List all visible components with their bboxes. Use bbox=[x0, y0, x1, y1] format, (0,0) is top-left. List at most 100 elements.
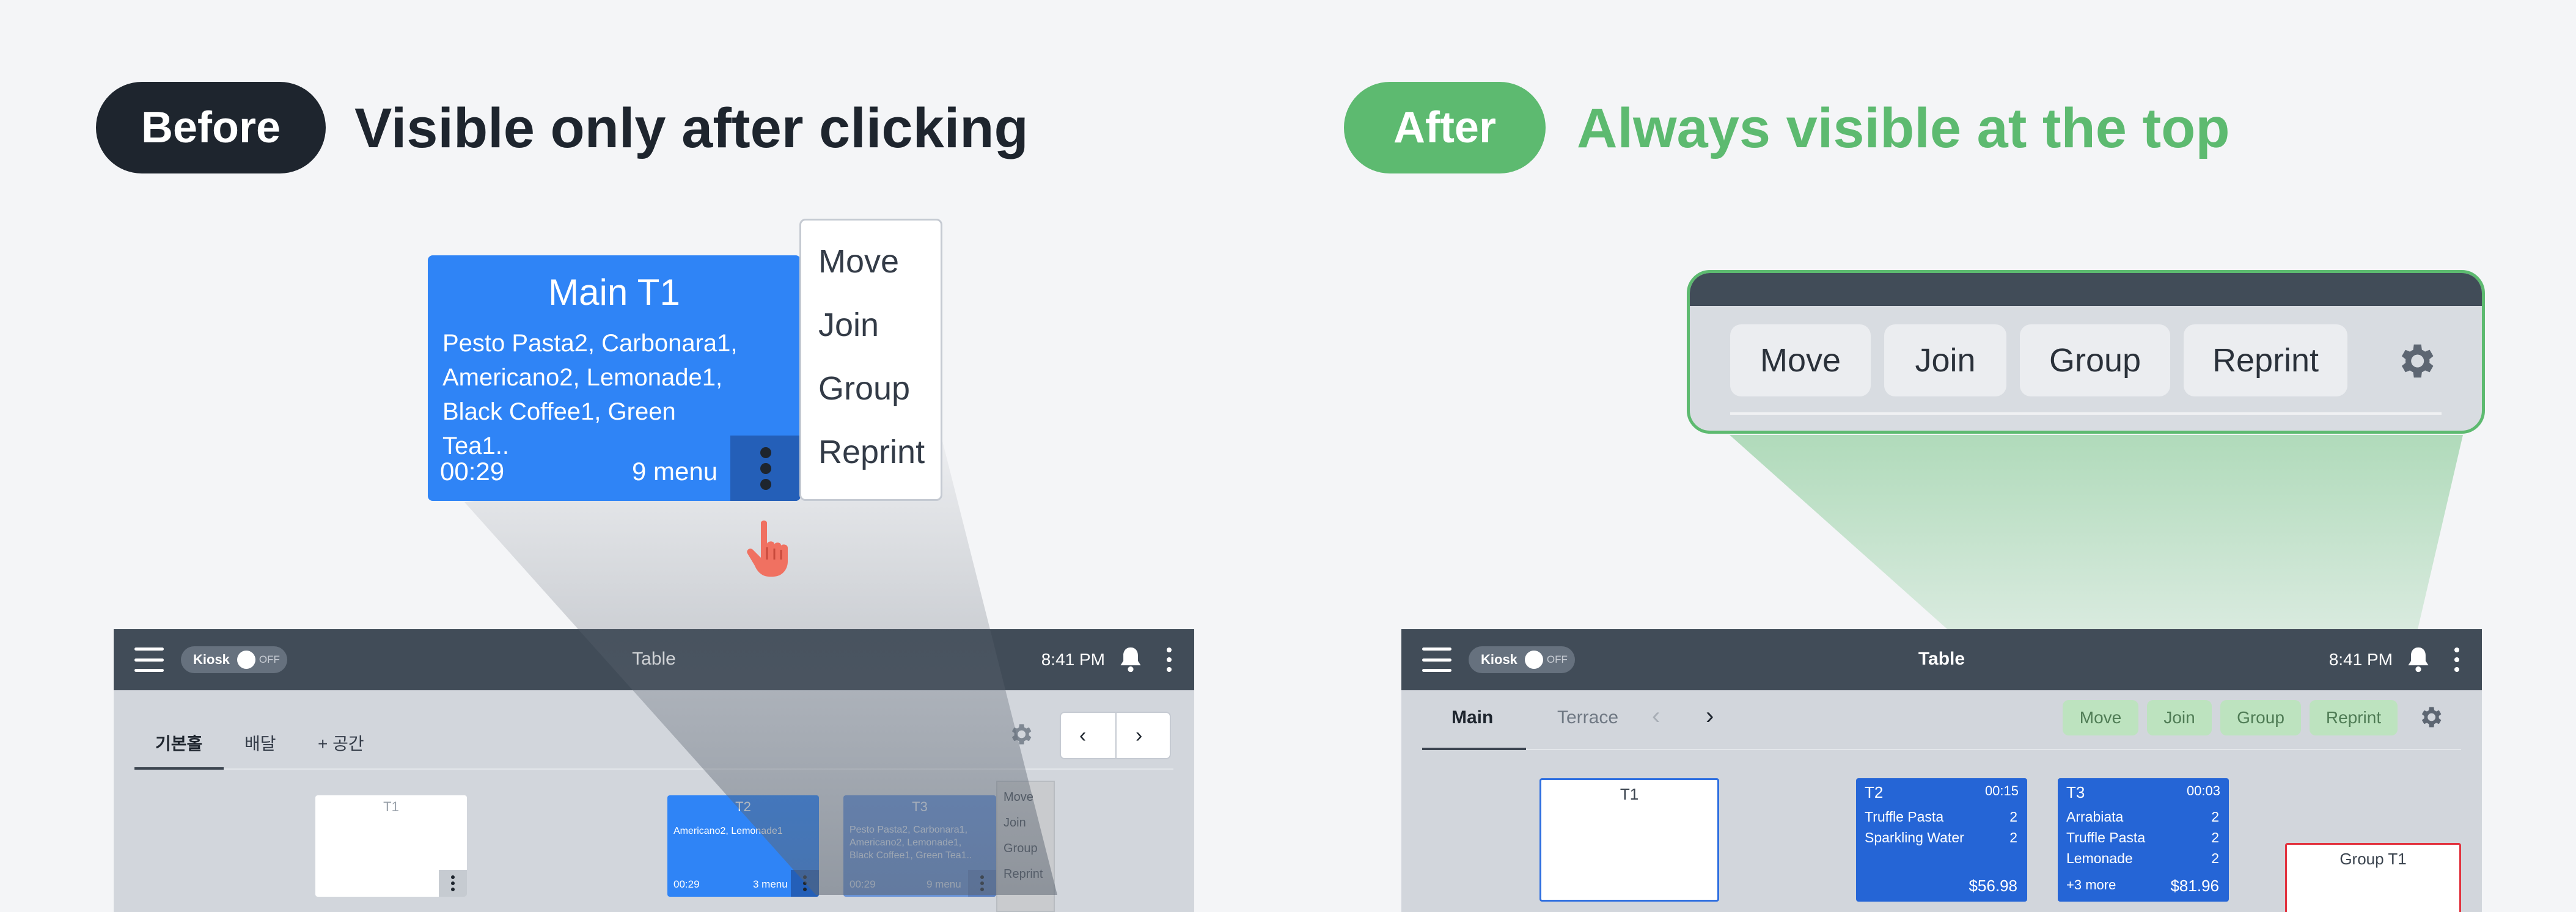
items-line2: Americano2, Lemonade1, bbox=[442, 364, 723, 391]
menu-item-reprint[interactable]: Reprint bbox=[818, 433, 925, 471]
order-row: Sparkling Water 2 bbox=[1865, 830, 2017, 846]
join-button[interactable]: Join bbox=[1884, 324, 2006, 396]
join-button[interactable]: Join bbox=[2147, 700, 2212, 735]
item-name: Truffle Pasta bbox=[1865, 809, 1944, 825]
tab-divider bbox=[1422, 749, 2461, 750]
table-time: 00:29 bbox=[849, 878, 876, 890]
menu-item-move[interactable]: Move bbox=[1004, 790, 1033, 804]
context-menu: Move Join Group Reprint bbox=[996, 781, 1055, 912]
chevron-left-icon[interactable]: ‹ bbox=[1652, 702, 1660, 730]
tab-main[interactable]: Main bbox=[1451, 707, 1493, 728]
tab-terrace[interactable]: Terrace bbox=[1557, 707, 1618, 728]
menu-item-group[interactable]: Group bbox=[818, 370, 910, 407]
after-badge: After bbox=[1344, 82, 1546, 173]
tab-underline bbox=[134, 767, 224, 770]
items-line1: Pesto Pasta2, Carbonara1, bbox=[442, 330, 738, 357]
table-title: T2 bbox=[1865, 783, 1884, 801]
table-time: 00:15 bbox=[1984, 783, 2019, 798]
chevron-right-icon[interactable]: › bbox=[1706, 702, 1714, 730]
item-qty: 2 bbox=[2211, 809, 2219, 825]
table-title: T2 bbox=[735, 799, 751, 814]
table-title: T3 bbox=[912, 799, 928, 814]
item-name: Lemonade bbox=[2066, 850, 2133, 866]
group-card[interactable]: Group T1 bbox=[2285, 843, 2461, 912]
before-badge: Before bbox=[96, 82, 326, 173]
table-card-t1[interactable]: T1 bbox=[315, 795, 467, 897]
kebab-icon[interactable] bbox=[968, 870, 996, 897]
order-row: Truffle Pasta 2 bbox=[1865, 809, 2017, 825]
table-card-t2[interactable]: T2 00:15 Truffle Pasta 2 Sparkling Water… bbox=[1856, 778, 2027, 902]
more-items: +3 more bbox=[2066, 877, 2116, 892]
table-title: T3 bbox=[2066, 783, 2085, 801]
table-title: T1 bbox=[383, 799, 399, 814]
table-card-t3[interactable]: T3 00:03 Arrabiata 2 Truffle Pasta 2 Lem… bbox=[2058, 778, 2229, 902]
table-count: 9 menu bbox=[927, 878, 961, 890]
item-name: Truffle Pasta bbox=[2066, 830, 2146, 845]
kebab-icon[interactable] bbox=[791, 870, 819, 897]
table-items: Americano2, Lemonade1 bbox=[673, 826, 783, 836]
before-headline: Visible only after clicking bbox=[354, 97, 1029, 159]
gear-icon[interactable] bbox=[1007, 721, 1034, 748]
bell-icon[interactable] bbox=[1117, 645, 1144, 674]
table-card-t3[interactable]: T3 Pesto Pasta2, Carbonara1, Americano2,… bbox=[843, 795, 996, 897]
clock: 8:41 PM bbox=[2328, 650, 2393, 669]
items-line3: Black Coffee1, Green Tea1.. bbox=[442, 398, 676, 459]
table-items-line2: Americano2, Lemonade1, bbox=[849, 837, 962, 848]
menu-item-reprint[interactable]: Reprint bbox=[1004, 867, 1043, 881]
item-qty: 2 bbox=[2211, 850, 2219, 866]
kebab-icon[interactable] bbox=[730, 436, 801, 501]
tab-underline bbox=[1422, 748, 1526, 750]
table-card-t1[interactable]: T1 bbox=[1539, 778, 1719, 902]
item-qty: 2 bbox=[2009, 830, 2017, 845]
after-app-screen: Kiosk OFF Table 8:41 PM Main Terrace ‹ ›… bbox=[1401, 629, 2482, 912]
table-total: $81.96 bbox=[2170, 877, 2219, 895]
zoomed-action-toolbar: Move Join Group Reprint bbox=[1687, 270, 2485, 434]
top-bar: Kiosk OFF Table 8:41 PM bbox=[114, 629, 1194, 690]
zoomed-table-card[interactable]: Main T1 Pesto Pasta2, Carbonara1, Americ… bbox=[428, 255, 801, 501]
gear-icon[interactable] bbox=[2417, 704, 2444, 731]
clock: 8:41 PM bbox=[1041, 650, 1105, 669]
kebab-icon[interactable] bbox=[1166, 648, 1172, 672]
item-qty: 2 bbox=[2009, 809, 2017, 825]
table-card-t2[interactable]: T2 Americano2, Lemonade1 00:29 3 menu bbox=[667, 795, 819, 897]
app-title: Table bbox=[632, 649, 676, 669]
menu-item-group[interactable]: Group bbox=[1004, 842, 1038, 856]
before-app-screen: Kiosk OFF Table 8:41 PM 기본홀 배달 + 공간 ‹ › … bbox=[114, 629, 1194, 912]
order-row: Truffle Pasta 2 bbox=[2066, 830, 2219, 846]
table-time: 00:29 bbox=[673, 878, 700, 890]
tab-delivery[interactable]: 배달 bbox=[244, 731, 276, 755]
move-button[interactable]: Move bbox=[1730, 324, 1871, 396]
order-row: Arrabiata 2 bbox=[2066, 809, 2219, 825]
kebab-icon[interactable] bbox=[2454, 648, 2460, 672]
gear-icon[interactable] bbox=[2394, 339, 2438, 383]
menu-item-join[interactable]: Join bbox=[818, 306, 879, 344]
chevron-left-icon[interactable]: ‹ bbox=[1079, 724, 1086, 748]
table-title: T1 bbox=[1620, 785, 1639, 803]
nav-divider bbox=[1115, 713, 1117, 758]
bell-icon[interactable] bbox=[2405, 645, 2432, 674]
page-nav: ‹ › bbox=[1060, 712, 1171, 759]
top-bar: Kiosk OFF Table 8:41 PM bbox=[1401, 629, 2482, 690]
tab-divider bbox=[134, 768, 1173, 770]
kebab-icon[interactable] bbox=[439, 870, 467, 897]
table-title: Main T1 bbox=[548, 272, 680, 313]
tab-add-space[interactable]: + 공간 bbox=[318, 731, 364, 755]
table-time: 00:29 bbox=[440, 457, 505, 486]
app-title: Table bbox=[1918, 649, 1965, 669]
item-qty: 2 bbox=[2211, 830, 2219, 845]
group-title: Group T1 bbox=[2339, 850, 2407, 868]
reprint-button[interactable]: Reprint bbox=[2184, 324, 2347, 396]
group-button[interactable]: Group bbox=[2220, 700, 2301, 735]
menu-item-join[interactable]: Join bbox=[1004, 816, 1026, 830]
tab-main-hall[interactable]: 기본홀 bbox=[155, 731, 202, 755]
menu-item-move[interactable]: Move bbox=[818, 243, 899, 280]
group-button[interactable]: Group bbox=[2020, 324, 2170, 396]
move-button[interactable]: Move bbox=[2063, 700, 2138, 735]
item-name: Sparkling Water bbox=[1865, 830, 1964, 845]
chevron-right-icon[interactable]: › bbox=[1136, 724, 1142, 748]
table-total: $56.98 bbox=[1969, 877, 2017, 895]
reprint-button[interactable]: Reprint bbox=[2310, 700, 2398, 735]
toolbar-divider bbox=[1730, 412, 2442, 415]
order-row: Lemonade 2 bbox=[2066, 850, 2219, 867]
table-items-line1: Pesto Pasta2, Carbonara1, bbox=[849, 825, 968, 835]
